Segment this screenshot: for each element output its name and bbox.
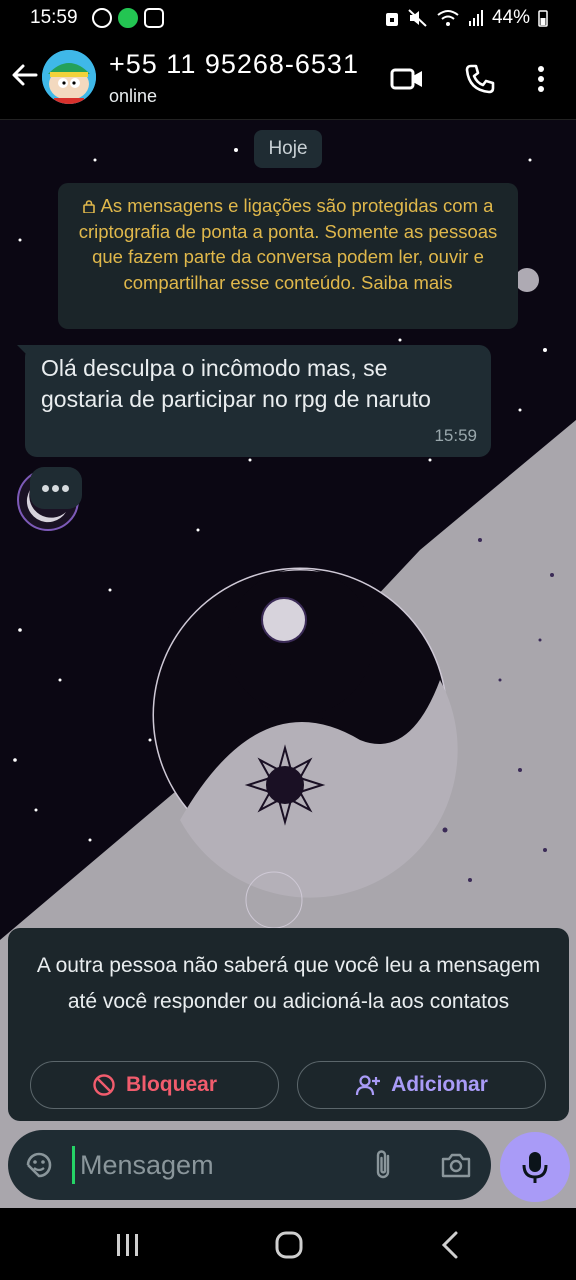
battery-icon <box>538 10 548 27</box>
attach-clip-icon[interactable] <box>368 1148 398 1182</box>
unknown-contact-card: A outra pessoa não saberá que você leu a… <box>8 928 569 1121</box>
encryption-notice-text: As mensagens e ligações são protegidas c… <box>78 195 498 293</box>
message-input[interactable] <box>80 1142 360 1188</box>
status-right: 44% <box>384 7 548 29</box>
message-time: 15:59 <box>434 426 477 445</box>
media-notification-icon <box>144 8 164 28</box>
whatsapp-notification-icon <box>92 8 112 28</box>
nav-back-icon[interactable] <box>438 1230 462 1260</box>
lock-icon <box>82 200 95 213</box>
check-notification-icon <box>118 8 138 28</box>
alarm-icon <box>385 13 398 26</box>
status-bar: 15:59 44% <box>0 0 576 36</box>
recent-apps-icon[interactable] <box>114 1232 142 1258</box>
battery-percent: 44% <box>491 7 530 28</box>
avatar-image <box>42 50 96 104</box>
chat-header: +55 11 95268-6531 online <box>0 36 576 120</box>
avatar[interactable] <box>42 50 96 104</box>
add-contact-label: Adicionar <box>391 1073 488 1096</box>
mic-button[interactable] <box>500 1132 570 1202</box>
contact-status: online <box>109 86 158 106</box>
text-cursor <box>72 1146 75 1184</box>
block-icon <box>93 1074 115 1096</box>
sticker-emoji-icon[interactable] <box>24 1150 54 1180</box>
home-icon[interactable] <box>274 1230 304 1260</box>
signal-icon <box>468 10 483 26</box>
camera-icon[interactable] <box>440 1150 472 1180</box>
chat-area[interactable]: Hoje As mensagens e ligações são protegi… <box>0 120 576 1208</box>
encryption-notice[interactable]: As mensagens e ligações são protegidas c… <box>58 183 518 329</box>
mute-icon <box>408 9 427 27</box>
block-label: Bloquear <box>125 1073 217 1096</box>
mic-icon <box>522 1152 548 1183</box>
add-contact-button[interactable]: Adicionar <box>297 1061 546 1109</box>
message-composer <box>8 1130 491 1200</box>
block-button[interactable]: Bloquear <box>30 1061 279 1109</box>
status-time: 15:59 <box>30 7 78 28</box>
message-bubble[interactable]: Olá desculpa o incômodo mas, se gostaria… <box>25 345 491 457</box>
system-nav-bar <box>0 1208 576 1280</box>
contact-name[interactable]: +55 11 95268-6531 <box>109 49 359 80</box>
more-options-icon[interactable] <box>526 62 556 96</box>
back-arrow-icon[interactable] <box>10 60 40 90</box>
unknown-contact-text: A outra pessoa não saberá que você leu a… <box>36 954 541 1013</box>
add-person-icon <box>355 1075 381 1096</box>
video-call-icon[interactable] <box>390 62 424 96</box>
voice-call-icon[interactable] <box>463 62 497 96</box>
date-chip: Hoje <box>254 130 322 168</box>
typing-indicator <box>30 467 82 509</box>
message-text: Olá desculpa o incômodo mas, se gostaria… <box>41 355 431 412</box>
wifi-icon <box>437 10 459 26</box>
notification-icons <box>92 8 164 28</box>
